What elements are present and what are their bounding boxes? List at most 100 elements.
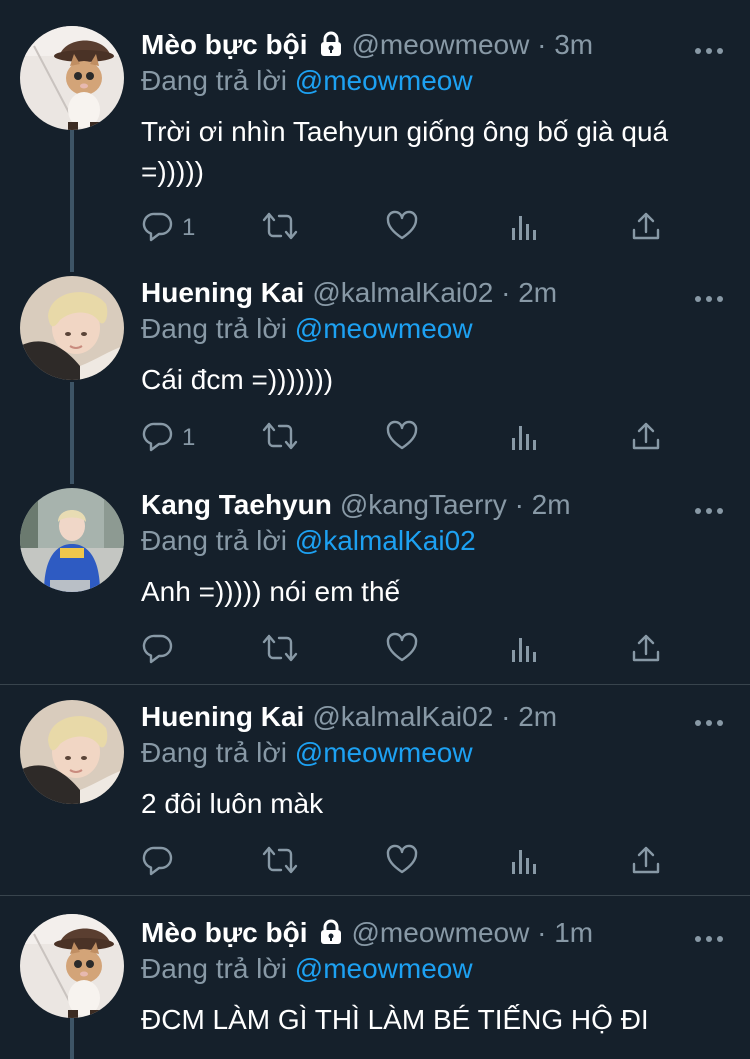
- retweet-button[interactable]: [262, 634, 298, 666]
- separator-dot: ·: [501, 277, 511, 308]
- divider: [0, 684, 750, 685]
- cat-avatar-image: [20, 914, 124, 1018]
- user-handle[interactable]: @meowmeow: [352, 917, 530, 948]
- tweet-text: Anh =))))) nói em thế: [141, 576, 401, 607]
- avatar[interactable]: [20, 700, 124, 804]
- reply-button[interactable]: [142, 846, 182, 878]
- more-icon[interactable]: [694, 502, 724, 514]
- reply-button[interactable]: 1: [142, 212, 195, 244]
- separator-dot: ·: [501, 701, 511, 732]
- blond-person-avatar-image: [20, 700, 124, 804]
- share-button[interactable]: [631, 212, 661, 244]
- lock-icon: [318, 31, 344, 65]
- analytics-button[interactable]: [510, 422, 538, 454]
- tweet[interactable]: Huening Kai @kalmalKai02 · 2m Đang trả lờ…: [0, 276, 750, 476]
- like-icon: [386, 420, 418, 457]
- tweet-text: 2 đôi luôn màk: [141, 788, 324, 819]
- share-icon: [631, 632, 661, 669]
- avatar[interactable]: [20, 914, 124, 1018]
- replying-to-label: Đang trả lời: [141, 65, 287, 96]
- tweet-header: Huening Kai @kalmalKai02 · 2m: [141, 700, 557, 734]
- display-name[interactable]: Huening Kai: [141, 701, 304, 732]
- avatar[interactable]: [20, 26, 124, 130]
- tweet[interactable]: Mèo bực bội @meowmeow · 3m Đang trả lời @…: [0, 26, 750, 258]
- like-button[interactable]: [386, 210, 418, 247]
- more-icon[interactable]: [694, 290, 724, 302]
- mention-link[interactable]: @meowmeow: [295, 953, 473, 984]
- like-button[interactable]: [386, 632, 418, 669]
- timestamp[interactable]: 3m: [554, 29, 593, 60]
- like-icon: [386, 632, 418, 669]
- like-icon: [386, 844, 418, 881]
- separator-dot: ·: [537, 29, 547, 60]
- timestamp[interactable]: 1m: [554, 917, 593, 948]
- user-handle[interactable]: @kangTaerry: [340, 489, 507, 520]
- retweet-button[interactable]: [262, 422, 298, 454]
- display-name[interactable]: Mèo bực bội: [141, 29, 308, 60]
- avatar[interactable]: [20, 488, 124, 592]
- analytics-icon: [510, 632, 538, 669]
- tweet[interactable]: Kang Taehyun @kangTaerry · 2m Đang trả lờ…: [0, 488, 750, 678]
- reply-button[interactable]: 1: [142, 422, 195, 454]
- replying-to-label: Đang trả lời: [141, 313, 287, 344]
- analytics-icon: [510, 210, 538, 247]
- avatar[interactable]: [20, 276, 124, 380]
- retweet-button[interactable]: [262, 212, 298, 244]
- like-button[interactable]: [386, 420, 418, 457]
- display-name[interactable]: Huening Kai: [141, 277, 304, 308]
- tweet[interactable]: Mèo bực bội @meowmeow · 1m Đang trả lời @…: [0, 914, 750, 1059]
- tweet-header: Huening Kai @kalmalKai02 · 2m: [141, 276, 557, 310]
- share-icon: [631, 844, 661, 881]
- retweet-icon: [262, 420, 298, 457]
- separator-dot: ·: [537, 917, 547, 948]
- share-button[interactable]: [631, 422, 661, 454]
- reply-icon: [142, 210, 174, 247]
- separator-dot: ·: [514, 489, 524, 520]
- like-button[interactable]: [386, 844, 418, 881]
- divider: [0, 895, 750, 896]
- more-icon[interactable]: [694, 930, 724, 942]
- display-name[interactable]: Mèo bực bội: [141, 917, 308, 948]
- replying-to-label: Đang trả lời: [141, 525, 287, 556]
- analytics-button[interactable]: [510, 634, 538, 666]
- analytics-button[interactable]: [510, 846, 538, 878]
- analytics-icon: [510, 420, 538, 457]
- replying-to: Đang trả lời @kalmalKai02: [141, 524, 476, 558]
- mention-link[interactable]: @meowmeow: [295, 313, 473, 344]
- share-button[interactable]: [631, 634, 661, 666]
- replying-to-label: Đang trả lời: [141, 953, 287, 984]
- replying-to: Đang trả lời @meowmeow: [141, 312, 473, 346]
- user-handle[interactable]: @kalmalKai02: [312, 277, 493, 308]
- timestamp[interactable]: 2m: [532, 489, 571, 520]
- share-button[interactable]: [631, 846, 661, 878]
- more-icon[interactable]: [694, 714, 724, 726]
- user-handle[interactable]: @kalmalKai02: [312, 701, 493, 732]
- display-name[interactable]: Kang Taehyun: [141, 489, 332, 520]
- replying-to-label: Đang trả lời: [141, 737, 287, 768]
- analytics-icon: [510, 844, 538, 881]
- replying-to: Đang trả lời @meowmeow: [141, 736, 473, 770]
- tweet-header: Mèo bực bội @meowmeow · 3m: [141, 28, 593, 62]
- analytics-button[interactable]: [510, 212, 538, 244]
- reply-button[interactable]: [142, 634, 182, 666]
- replying-to: Đang trả lời @meowmeow: [141, 64, 473, 98]
- tweet[interactable]: Huening Kai @kalmalKai02 · 2m Đang trả lờ…: [0, 700, 750, 890]
- timestamp[interactable]: 2m: [518, 701, 557, 732]
- mention-link[interactable]: @meowmeow: [295, 737, 473, 768]
- reply-icon: [142, 632, 174, 669]
- mention-link[interactable]: @kalmalKai02: [295, 525, 476, 556]
- blue-sweater-person-avatar-image: [20, 488, 124, 592]
- reply-icon: [142, 420, 174, 457]
- timestamp[interactable]: 2m: [518, 277, 557, 308]
- more-icon[interactable]: [694, 42, 724, 54]
- reply-count: 1: [182, 424, 196, 451]
- blond-person-avatar-image: [20, 276, 124, 380]
- retweet-icon: [262, 210, 298, 247]
- user-handle[interactable]: @meowmeow: [352, 29, 530, 60]
- retweet-icon: [262, 632, 298, 669]
- lock-icon: [318, 919, 344, 953]
- mention-link[interactable]: @meowmeow: [295, 65, 473, 96]
- retweet-button[interactable]: [262, 846, 298, 878]
- like-icon: [386, 210, 418, 247]
- tweet-text: Cái đcm =))))))): [141, 364, 334, 395]
